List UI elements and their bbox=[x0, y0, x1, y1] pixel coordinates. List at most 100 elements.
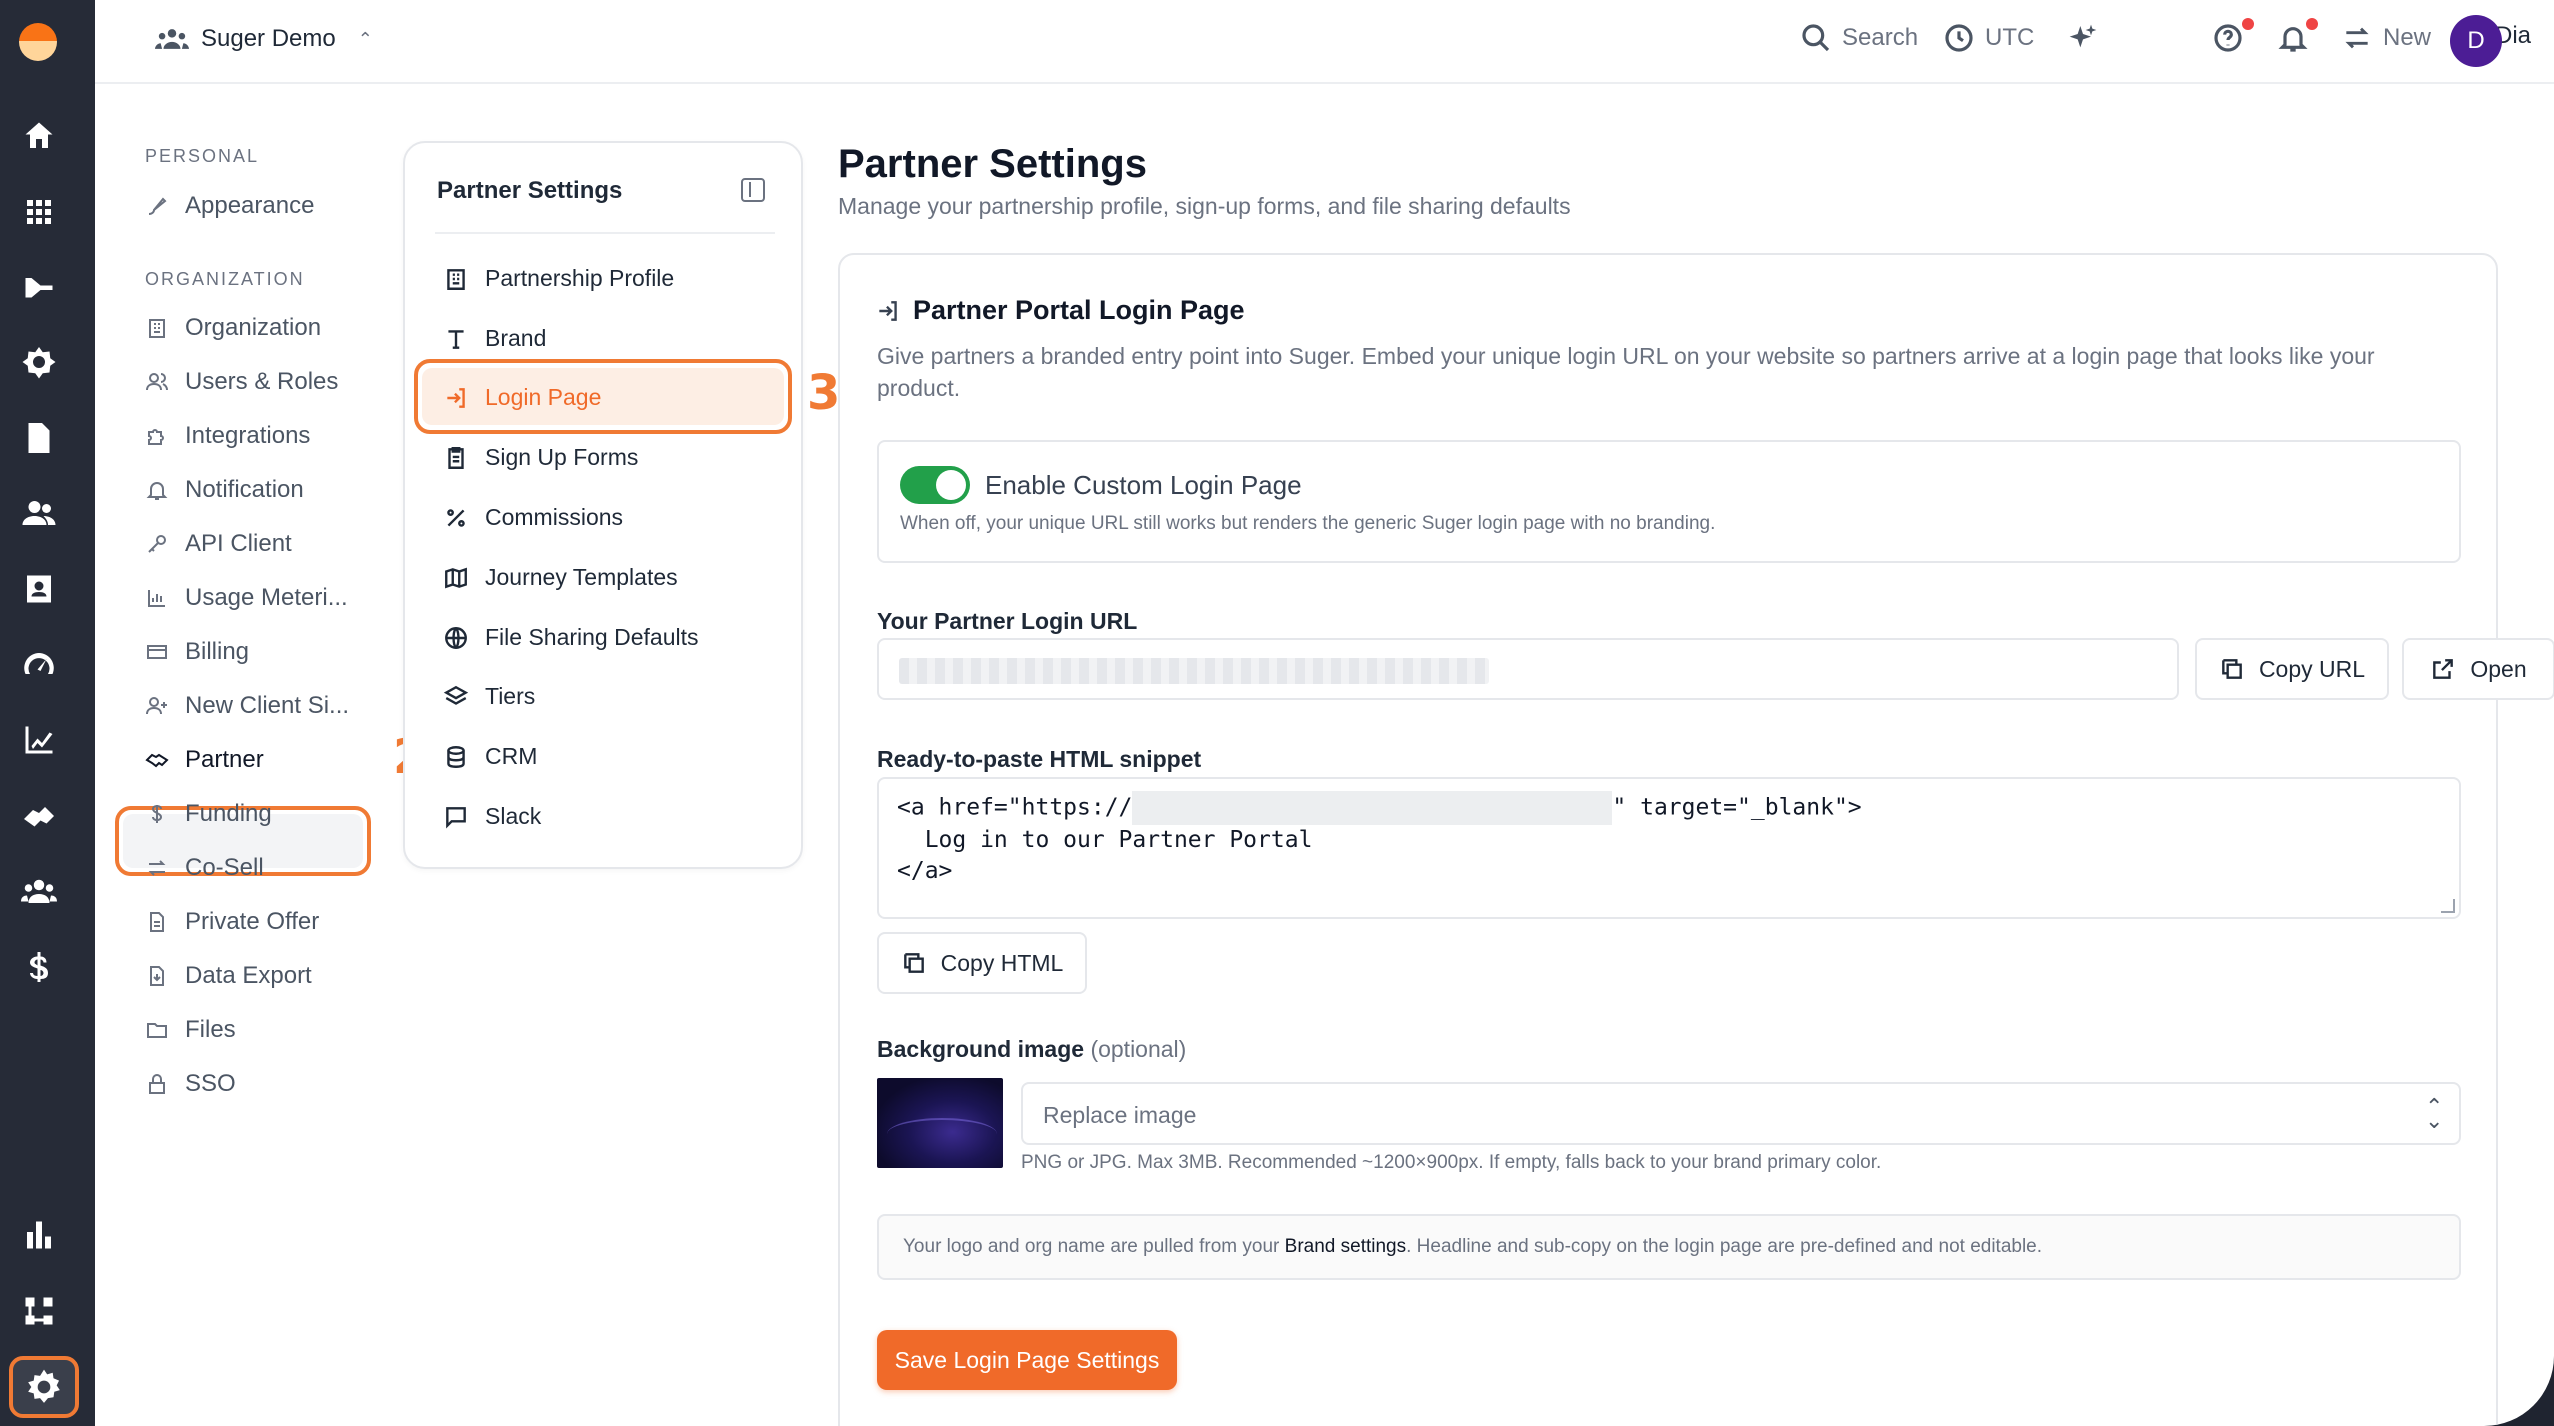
integration-gear-icon[interactable] bbox=[20, 343, 58, 381]
avatar[interactable]: D bbox=[2450, 15, 2502, 67]
settings-gear-button[interactable] bbox=[9, 1356, 79, 1418]
redacted-url bbox=[899, 658, 1489, 684]
help-button[interactable] bbox=[2212, 22, 2244, 54]
panel-title: Partner Settings bbox=[437, 177, 623, 204]
nav-item-notification[interactable]: Notification bbox=[145, 476, 304, 504]
nav-item-co-sell[interactable]: Co-Sell bbox=[145, 854, 264, 882]
folder-icon bbox=[147, 1023, 167, 1038]
user-plus-icon bbox=[146, 697, 167, 715]
nav-item-organization[interactable]: Organization bbox=[145, 314, 321, 342]
panel-item-login-page[interactable]: Login Page bbox=[443, 384, 601, 411]
card-icon bbox=[147, 645, 167, 659]
panel-item-file-sharing-defaults[interactable]: File Sharing Defaults bbox=[443, 624, 699, 651]
collapse-panel-icon[interactable] bbox=[741, 178, 765, 202]
section-title: Partner Portal Login Page bbox=[875, 295, 1245, 326]
nav-item-label: Private Offer bbox=[185, 908, 320, 935]
contacts-icon[interactable] bbox=[20, 570, 58, 608]
team-icon[interactable] bbox=[20, 872, 58, 910]
custom-login-toggle[interactable] bbox=[900, 466, 970, 504]
ai-sparkle-button[interactable] bbox=[2067, 22, 2099, 54]
panel-item-partnership-profile[interactable]: Partnership Profile bbox=[443, 265, 674, 292]
swap-icon bbox=[148, 860, 166, 876]
analytics-icon[interactable] bbox=[20, 721, 58, 759]
redacted-snippet-url bbox=[1132, 791, 1613, 825]
copy-url-label: Copy URL bbox=[2258, 655, 2366, 682]
save-login-page-button[interactable]: Save Login Page Settings bbox=[877, 1330, 1177, 1390]
nav-item-partner[interactable]: Partner bbox=[145, 746, 264, 774]
replace-image-select[interactable]: Replace image ⌃ ⌄ bbox=[1021, 1082, 2461, 1145]
map-icon bbox=[445, 567, 467, 588]
reports-bar-icon[interactable] bbox=[20, 1216, 58, 1254]
resize-handle[interactable] bbox=[2441, 899, 2455, 913]
handshake-icon bbox=[145, 753, 169, 768]
offers-icon[interactable] bbox=[20, 268, 58, 306]
note-text: Your logo and org name are pulled from y… bbox=[903, 1236, 1285, 1257]
nav-item-files[interactable]: Files bbox=[145, 1016, 236, 1044]
search-button[interactable]: Search bbox=[1800, 22, 1918, 54]
speed-gauge-icon[interactable] bbox=[20, 646, 58, 684]
panel-item-slack[interactable]: Slack bbox=[443, 803, 541, 830]
chevron-updown-icon: ⌃ ⌄ bbox=[2425, 1094, 2444, 1133]
panel-item-sign-up-forms[interactable]: Sign Up Forms bbox=[443, 444, 638, 471]
nav-item-billing[interactable]: Billing bbox=[145, 638, 249, 666]
nav-item-usage-metering[interactable]: Usage Meteri... bbox=[145, 584, 348, 612]
panel-item-label: File Sharing Defaults bbox=[485, 624, 699, 650]
apps-grid-icon[interactable] bbox=[20, 193, 58, 231]
optional-hint: (optional) bbox=[1090, 1036, 1187, 1062]
puzzle-icon bbox=[148, 429, 164, 445]
workflow-icon[interactable] bbox=[20, 1292, 58, 1330]
document-icon[interactable] bbox=[20, 419, 58, 457]
organization-heading: ORGANIZATION bbox=[145, 269, 305, 289]
org-name: Suger Demo bbox=[201, 25, 336, 52]
panel-item-journey-templates[interactable]: Journey Templates bbox=[443, 564, 678, 591]
chevron-updown-icon: ⌃ bbox=[357, 28, 373, 49]
nav-item-users-roles[interactable]: Users & Roles bbox=[145, 368, 338, 396]
nav-item-funding[interactable]: Funding bbox=[145, 800, 272, 828]
toggle-label: Enable Custom Login Page bbox=[985, 470, 1302, 500]
nav-item-sso[interactable]: SSO bbox=[145, 1070, 236, 1098]
open-url-button[interactable]: Open bbox=[2402, 638, 2554, 700]
html-snippet-textarea[interactable]: <a href="https:// " target="_blank"> Log … bbox=[877, 777, 2461, 919]
bell-icon bbox=[2278, 27, 2308, 52]
custom-login-toggle-box bbox=[877, 440, 2461, 563]
open-label: Open bbox=[2470, 655, 2527, 682]
partner-login-url-input[interactable] bbox=[877, 638, 2179, 700]
nav-item-api-client[interactable]: API Client bbox=[145, 530, 292, 558]
panel-item-brand[interactable]: Brand bbox=[443, 325, 546, 352]
search-icon bbox=[1802, 24, 1830, 52]
panel-item-commissions[interactable]: Commissions bbox=[443, 504, 623, 531]
nav-item-private-offer[interactable]: Private Offer bbox=[145, 908, 319, 936]
dollar-icon[interactable] bbox=[20, 948, 58, 986]
timezone-button[interactable]: UTC bbox=[1943, 22, 2034, 54]
nav-item-data-export[interactable]: Data Export bbox=[145, 962, 312, 990]
handshake-icon[interactable] bbox=[20, 797, 58, 835]
panel-item-label: CRM bbox=[485, 743, 538, 769]
org-switcher[interactable]: Suger Demo ⌃ bbox=[155, 22, 373, 56]
building-icon bbox=[149, 319, 165, 338]
panel-item-crm[interactable]: CRM bbox=[443, 743, 537, 770]
message-icon bbox=[446, 806, 466, 829]
copy-html-button[interactable]: Copy HTML bbox=[877, 932, 1087, 994]
notifications-button[interactable] bbox=[2277, 22, 2309, 54]
home-icon[interactable] bbox=[20, 117, 58, 155]
suger-logo[interactable] bbox=[19, 23, 57, 61]
panel-item-label: Login Page bbox=[485, 384, 602, 410]
customers-icon[interactable] bbox=[20, 494, 58, 532]
nav-item-integrations[interactable]: Integrations bbox=[145, 422, 310, 450]
panel-item-tiers[interactable]: Tiers bbox=[443, 683, 535, 710]
nav-item-appearance[interactable]: Appearance bbox=[145, 192, 314, 220]
sparkle-icon bbox=[2069, 24, 2097, 48]
nav-item-label: Organization bbox=[185, 314, 322, 341]
help-icon bbox=[2214, 24, 2242, 52]
toggle-help-text: When off, your unique URL still works bu… bbox=[900, 513, 1716, 534]
brand-settings-link[interactable]: Brand settings bbox=[1285, 1236, 1406, 1257]
nav-item-new-client-signup[interactable]: New Client Si... bbox=[145, 692, 349, 720]
copy-url-button[interactable]: Copy URL bbox=[2195, 638, 2389, 700]
clock-icon bbox=[1945, 24, 1973, 52]
panel-item-label: Sign Up Forms bbox=[485, 444, 639, 470]
replace-image-label: Replace image bbox=[1043, 1102, 1197, 1128]
bg-image-label: Background image (optional) bbox=[877, 1036, 1186, 1063]
nav-item-label: Partner bbox=[185, 746, 264, 773]
nav-item-label: Notification bbox=[185, 476, 304, 503]
login-icon bbox=[879, 300, 897, 321]
